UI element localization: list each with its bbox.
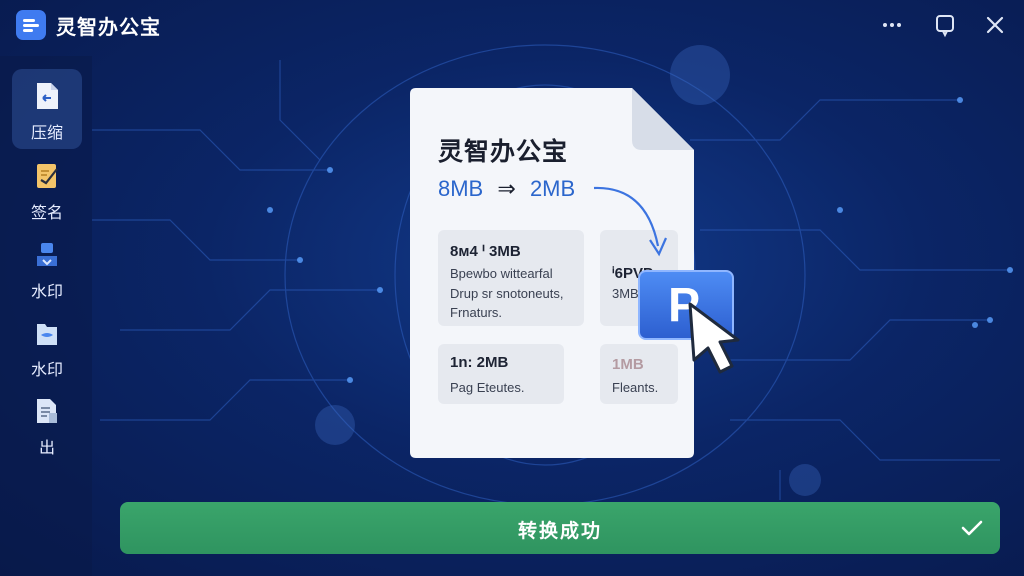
pointer-cursor-icon xyxy=(688,302,740,374)
status-text: 转换成功 xyxy=(517,520,602,542)
watermark-folder-icon xyxy=(37,324,57,345)
more-dots-icon[interactable] xyxy=(879,12,905,38)
compress-file-icon xyxy=(37,83,58,109)
sidebar-item-watermark-2[interactable]: 水印 xyxy=(12,306,82,386)
app-logo-icon xyxy=(16,10,46,40)
title-bar: 灵智办公宝 xyxy=(0,0,1024,50)
checkmark-icon xyxy=(961,520,983,536)
sidebar-item-label: 签名 xyxy=(30,203,63,222)
watermark-icon xyxy=(37,243,57,266)
sidebar-item-export[interactable]: 出 xyxy=(12,384,82,464)
sidebar-item-label: 出 xyxy=(38,438,55,457)
restore-icon[interactable] xyxy=(932,12,958,38)
sidebar-item-sign[interactable]: 签名 xyxy=(12,149,82,229)
sidebar-item-label: 水印 xyxy=(30,360,63,379)
sidebar-item-label: 压缩 xyxy=(30,123,63,142)
sidebar-item-label: 水印 xyxy=(30,282,63,301)
sidebar: 压缩 签名 水印 水印 出 xyxy=(0,56,92,576)
close-icon[interactable] xyxy=(982,12,1008,38)
sidebar-item-watermark[interactable]: 水印 xyxy=(12,228,82,308)
conversion-success-bar[interactable]: 转换成功 xyxy=(120,502,1000,554)
sign-icon xyxy=(37,164,58,188)
sidebar-item-compress[interactable]: 压缩 xyxy=(12,69,82,149)
app-title: 灵智办公宝 xyxy=(56,15,161,39)
export-file-icon xyxy=(37,399,57,423)
